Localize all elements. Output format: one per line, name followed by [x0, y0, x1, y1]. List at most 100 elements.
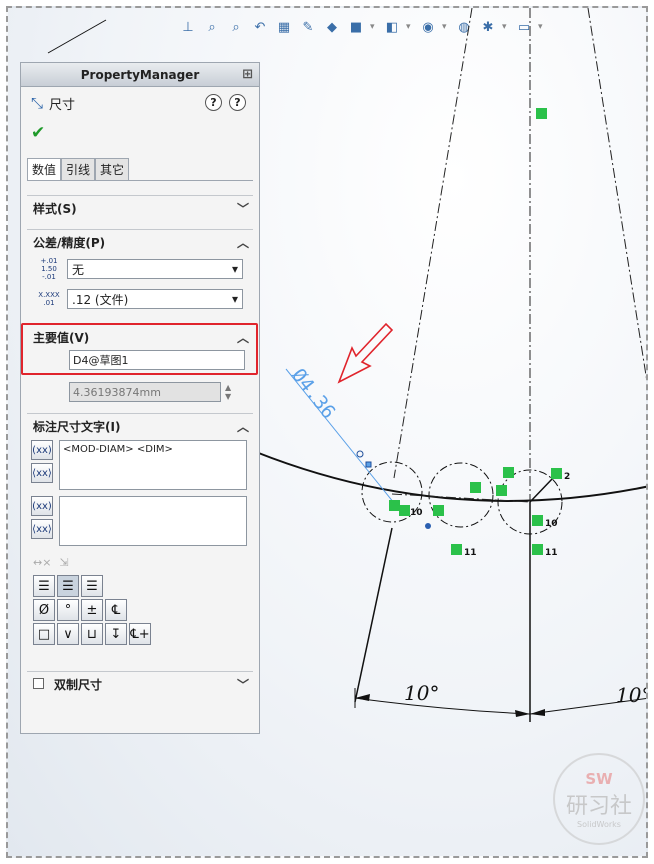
watermark-text: 研习社 [565, 793, 632, 819]
countersink-symbol-icon[interactable]: ∨ [57, 623, 79, 645]
sketch-arc[interactable] [255, 451, 648, 502]
precision-value: .12 (文件) [72, 292, 129, 307]
precision-row: X.XXX .01 .12 (文件) ▾ [27, 284, 253, 314]
tab-value[interactable]: 数值 [27, 158, 62, 180]
feature-title-row: ⤡ 尺寸 ? ? [21, 87, 259, 119]
dropdown-arrow-icon[interactable]: ▾ [232, 262, 238, 276]
centerline-symbol-icon[interactable]: ℄ [105, 599, 127, 621]
inspection-dimension-icon[interactable]: ⟨xx⟩ [31, 463, 53, 483]
pin-icon[interactable]: ⊞ [242, 67, 253, 82]
dimension-value-input[interactable]: 4.36193874mm [69, 382, 221, 402]
relation-label: 10 [545, 519, 558, 529]
sketch-line-radius[interactable] [529, 477, 554, 503]
dropdown-arrow-icon[interactable]: ▾ [232, 292, 238, 306]
degree-symbol-icon[interactable]: ° [57, 599, 79, 621]
dim-handle-bottom[interactable] [425, 523, 431, 529]
tolerance-type-select[interactable]: 无 ▾ [67, 259, 243, 279]
dimension-text-label: 标注尺寸文字(I) [33, 419, 121, 434]
depth-symbol-icon[interactable]: ↧ [105, 623, 127, 645]
dimension-text-row-1: (xx) ⟨xx⟩ <MOD-DIAM> <DIM> [27, 440, 253, 490]
dimension-text-header[interactable]: 标注尺寸文字(I) ︿ [27, 414, 253, 438]
tangent-relation-icon[interactable] [433, 505, 444, 516]
add-parentheses-icon[interactable]: (xx) [31, 496, 53, 516]
angle-dimension-arc-left[interactable] [354, 697, 531, 715]
relation-label: 2 [564, 472, 570, 482]
help-icon[interactable]: ? [229, 94, 246, 111]
primary-value-row: 4.36193874mm ▲ ▼ [27, 377, 253, 407]
dimension-name-input[interactable]: D4@草图1 [69, 350, 245, 370]
add-parentheses-icon[interactable]: (xx) [31, 440, 53, 460]
value-spinner[interactable]: ▲ ▼ [225, 383, 231, 401]
sketch-line-left[interactable] [354, 527, 393, 703]
chevron-down-icon[interactable]: ﹀ [237, 676, 249, 693]
primary-name-row: D4@草图1 [27, 349, 253, 371]
property-manager-title: PropertyManager [80, 67, 200, 82]
dim-handle-top[interactable] [356, 450, 364, 458]
dimension-text-row-2: (xx) ⟨xx⟩ [27, 496, 253, 546]
dual-dimension-checkbox[interactable] [33, 677, 44, 689]
tolerance-type-value: 无 [72, 262, 85, 277]
coincident-relation-icon[interactable] [496, 485, 507, 496]
dim-arrow-handle[interactable] [365, 461, 372, 468]
diameter-symbol-icon[interactable]: Ø [33, 599, 55, 621]
dimension-text-box-below[interactable] [59, 496, 247, 546]
plus-minus-symbol-icon[interactable]: ± [81, 599, 103, 621]
dimension-text-box-above[interactable]: <MOD-DIAM> <DIM> [59, 440, 247, 490]
whats-wrong-icon[interactable]: ? [205, 94, 222, 111]
dual-dimension-header[interactable]: 双制尺寸 ﹀ [27, 672, 253, 696]
chevron-up-icon[interactable]: ︿ [237, 418, 249, 435]
tolerance-type-icon: +.01 1.50 -.01 [40, 257, 58, 281]
feature-title: 尺寸 [49, 97, 76, 113]
justify-right-icon[interactable]: ☰ [81, 575, 103, 597]
counterbore-symbol-icon[interactable]: ⊔ [81, 623, 103, 645]
sketch-circle-2[interactable] [428, 462, 494, 528]
equal-relation-icon[interactable] [532, 544, 543, 555]
angle-dimension-left[interactable]: 10° [404, 681, 439, 705]
tab-other[interactable]: 其它 [95, 158, 130, 180]
tolerance-group-header[interactable]: 公差/精度(P) ︿ [27, 230, 253, 254]
more-symbols-icon[interactable]: ℄+ [129, 623, 151, 645]
property-manager-header: PropertyManager ⊞ [21, 63, 259, 87]
angle-dimension-right[interactable]: 10° [616, 683, 648, 707]
equal-relation-icon[interactable] [451, 544, 462, 555]
tab-leaders[interactable]: 引线 [61, 158, 96, 180]
vertical-relation-icon[interactable] [551, 468, 562, 479]
coincident-relation-icon[interactable] [470, 482, 481, 493]
equal-relation-icon[interactable] [532, 515, 543, 526]
arrows-outside-icon[interactable]: ↔× [33, 556, 51, 569]
justify-center-icon[interactable]: ☰ [57, 575, 79, 597]
primary-value-header[interactable]: 主要值(V) ︿ [27, 325, 253, 349]
tolerance-row: +.01 1.50 -.01 无 ▾ [27, 254, 253, 284]
chevron-down-icon[interactable]: ﹀ [237, 200, 249, 217]
tolerance-group: 公差/精度(P) ︿ +.01 1.50 -.01 无 ▾ X.XXX .01 .12… [27, 229, 253, 314]
justify-left-icon[interactable]: ☰ [33, 575, 55, 597]
dual-dimension-group: 双制尺寸 ﹀ [27, 671, 253, 696]
dimension-text-group: 标注尺寸文字(I) ︿ (xx) ⟨xx⟩ <MOD-DIAM> <DIM> (… [27, 413, 253, 647]
chevron-up-icon[interactable]: ︿ [237, 234, 249, 251]
red-arrow-annotation [337, 322, 394, 384]
construction-line-right[interactable] [587, 8, 648, 388]
ok-button[interactable]: ✔ [31, 123, 45, 143]
arrow-head [515, 710, 530, 717]
inspection-dimension-icon[interactable]: ⟨xx⟩ [31, 519, 53, 539]
construction-line-left[interactable] [393, 8, 473, 479]
arrows-smart-icon[interactable]: ⇲ [59, 556, 68, 569]
symbol-buttons: ☰ ☰ ☰ Ø ° ± ℄ □ ∨ ⊔ ↧ ℄+ [27, 575, 253, 645]
style-group: 样式(S) ﹀ [27, 195, 253, 220]
graphics-area[interactable]: ⊥ ⌕ ⌕ ↶ ▦ ✎ ◆ ■ ▾ ◧ ▾ ◉ ▾ ◍ ✱ ▾ ▭ ▾ Ø4.3… [6, 6, 648, 858]
vertical-relation-icon[interactable] [536, 108, 547, 119]
diameter-dimension-text[interactable]: Ø4.36 [287, 365, 340, 424]
tangent-relation-icon[interactable] [503, 467, 514, 478]
relation-label: 11 [464, 548, 477, 558]
chevron-up-icon[interactable]: ︿ [237, 329, 249, 346]
coincident-relation-icon[interactable] [399, 505, 410, 516]
square-symbol-icon[interactable]: □ [33, 623, 55, 645]
dual-dimension-label: 双制尺寸 [54, 677, 103, 692]
style-group-header[interactable]: 样式(S) ﹀ [27, 196, 253, 220]
tolerance-group-label: 公差/精度(P) [33, 235, 106, 250]
construction-line-arc[interactable] [391, 493, 531, 503]
primary-value-group: 主要值(V) ︿ D4@草图1 4.36193874mm ▲ ▼ [27, 325, 253, 407]
equal-relation-icon[interactable] [389, 500, 400, 511]
precision-select[interactable]: .12 (文件) ▾ [67, 289, 243, 309]
watermark-sw: SW [585, 769, 613, 788]
